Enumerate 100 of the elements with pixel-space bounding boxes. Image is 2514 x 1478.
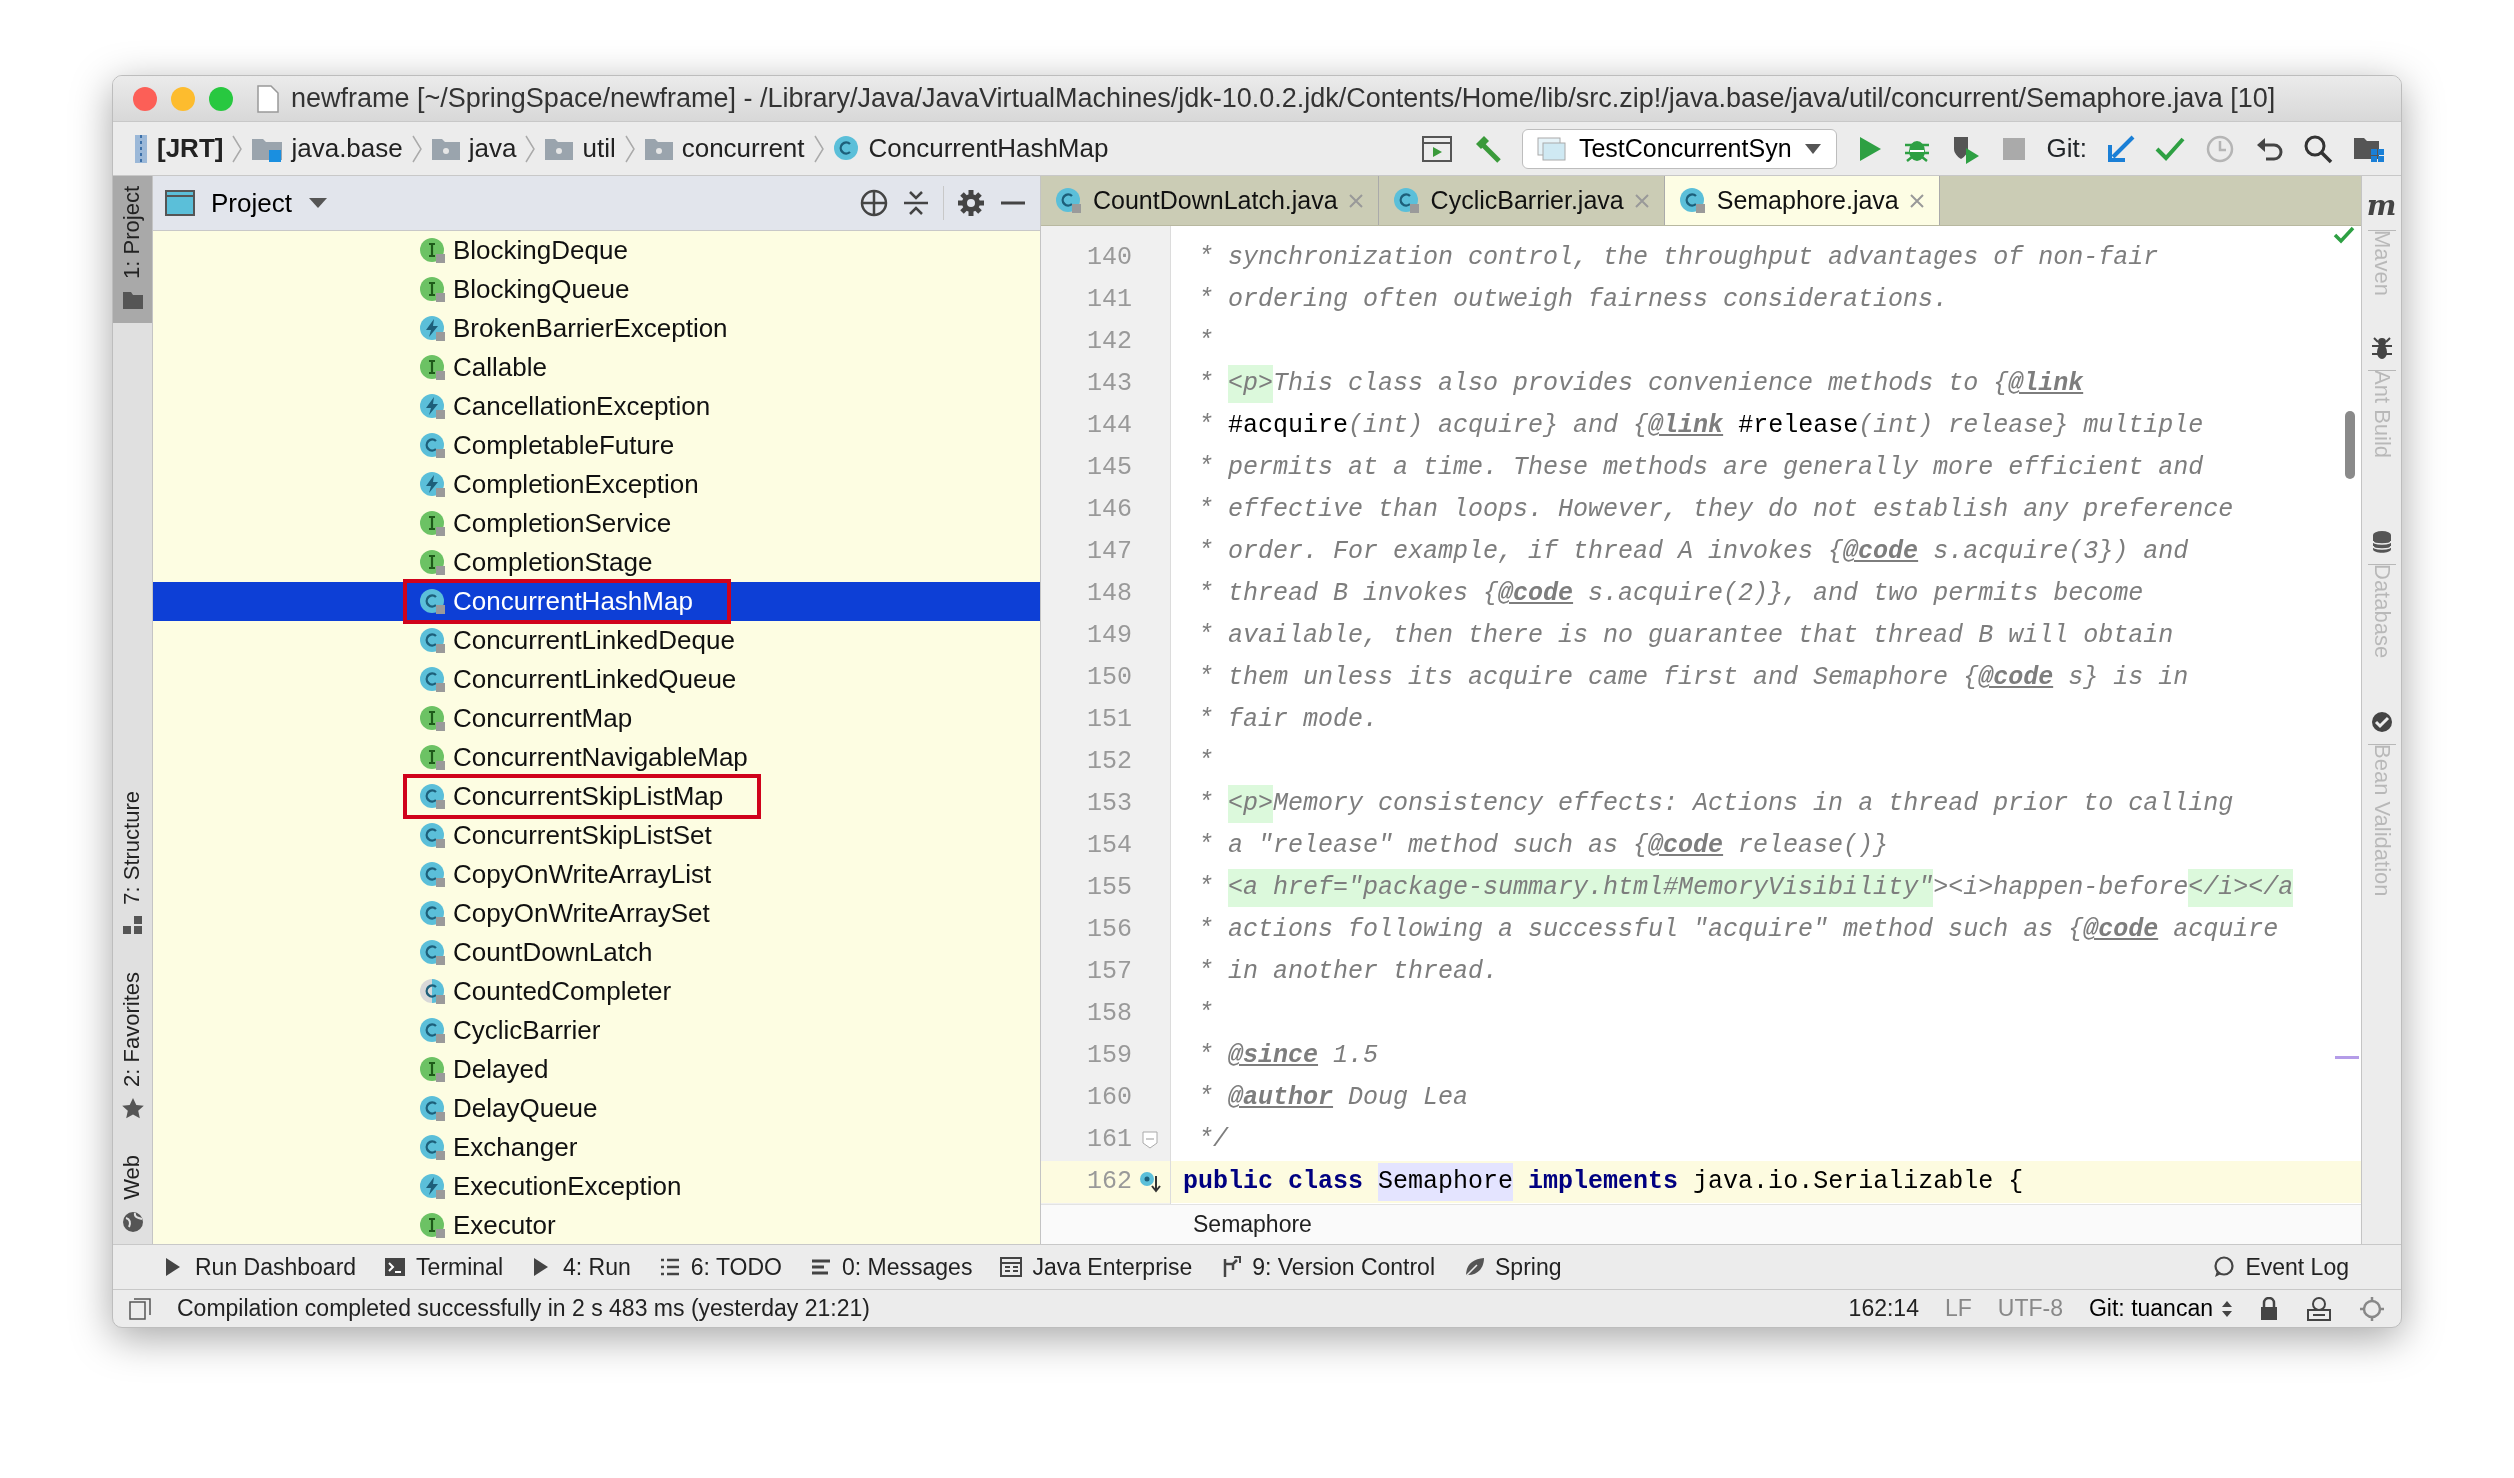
- maven-logo: m: [2366, 192, 2397, 220]
- tool-window-button[interactable]: 4: Run: [531, 1249, 631, 1285]
- tree-item[interactable]: CopyOnWriteArraySet: [153, 894, 1040, 933]
- run-configuration-dropdown[interactable]: TestConcurrentSyn: [1521, 128, 1837, 169]
- tree-item[interactable]: BlockingDeque: [153, 231, 1040, 270]
- scrollbar-thumb[interactable]: [2345, 411, 2355, 479]
- tool-window-button[interactable]: 2: Favorites: [113, 962, 152, 1132]
- window-control-button[interactable]: [209, 86, 233, 111]
- interface-icon: [419, 548, 447, 577]
- vcs-branch-widget[interactable]: Git: tuancan: [2088, 1291, 2233, 1326]
- inspector-icon[interactable]: [2305, 1295, 2333, 1322]
- tool-window-button[interactable]: Event Log: [2213, 1249, 2349, 1285]
- class-icon: [832, 134, 861, 163]
- settings-icon[interactable]: [956, 188, 986, 218]
- check-icon[interactable]: [2155, 135, 2185, 162]
- class-icon: [1392, 186, 1421, 215]
- tree-item[interactable]: CyclicBarrier: [153, 1011, 1040, 1050]
- caret-icon: [1803, 142, 1822, 155]
- breadcrumb-item[interactable]: ConcurrentHashMap: [832, 129, 1109, 168]
- tree-item[interactable]: BlockingQueue: [153, 270, 1040, 309]
- tree-item[interactable]: Exchanger: [153, 1128, 1040, 1167]
- tree-item[interactable]: ConcurrentNavigableMap: [153, 738, 1040, 777]
- tool-window-button[interactable]: Spring: [1463, 1249, 1562, 1285]
- tree-item[interactable]: CompletionException: [153, 465, 1040, 504]
- breadcrumb-item[interactable]: concurrent: [643, 129, 805, 168]
- check-badge-icon: [2369, 710, 2394, 734]
- class-icon: [419, 821, 447, 850]
- breadcrumb-item[interactable]: java: [430, 129, 517, 168]
- line-number: 149: [1086, 620, 1132, 653]
- tool-window-button[interactable]: 7: Structure: [113, 780, 152, 949]
- close-icon[interactable]: [1347, 192, 1364, 209]
- tree-item[interactable]: Executor: [153, 1206, 1040, 1244]
- tool-window-button[interactable]: 6: TODO: [658, 1249, 782, 1285]
- code-line: * order. For example, if thread A invokes {@code s.acquire(3}) and: [1197, 536, 2189, 569]
- tree-item[interactable]: ConcurrentLinkedDeque: [153, 621, 1040, 660]
- class-icon: [419, 1133, 447, 1162]
- caret-position[interactable]: 162:14: [1848, 1291, 1919, 1326]
- tree-item[interactable]: ConcurrentMap: [153, 699, 1040, 738]
- close-icon[interactable]: [1908, 192, 1925, 209]
- tree-item[interactable]: ConcurrentHashMap: [153, 582, 1040, 621]
- chevron-icon: [524, 133, 537, 164]
- tree-item[interactable]: ExecutionException: [153, 1167, 1040, 1206]
- lock-icon[interactable]: [2259, 1296, 2279, 1321]
- tree-item[interactable]: DelayQueue: [153, 1089, 1040, 1128]
- class-icon: [419, 665, 447, 694]
- code-line: * fair mode.: [1197, 704, 1379, 737]
- tool-window-button[interactable]: Web: [113, 1145, 152, 1244]
- class-icon: [419, 1016, 447, 1045]
- tree-item[interactable]: ConcurrentSkipListSet: [153, 816, 1040, 855]
- tree-item[interactable]: CompletableFuture: [153, 426, 1040, 465]
- window-control-button[interactable]: [133, 86, 157, 111]
- breadcrumb-item[interactable]: [JRT]: [133, 129, 224, 168]
- breadcrumb-item[interactable]: java.base: [251, 129, 403, 168]
- code-line: * them unless its acquire came first and Semaphore {@code s} is in: [1197, 662, 2189, 695]
- line-number: 159: [1086, 1040, 1132, 1073]
- code-line: * #acquire(int) acquire} and {@link #release(int) release} multiple: [1197, 410, 2204, 443]
- tree-item[interactable]: CompletionService: [153, 504, 1040, 543]
- code-line: *: [1197, 998, 1213, 1031]
- tree-item[interactable]: ConcurrentLinkedQueue: [153, 660, 1040, 699]
- code-line: * effective than loops. However, they do not establish any preference: [1197, 494, 2234, 527]
- code-line: * in another thread.: [1197, 956, 1499, 989]
- run-window-icon[interactable]: [1421, 135, 1452, 162]
- close-icon[interactable]: [1633, 192, 1650, 209]
- breadcrumb-item[interactable]: util: [544, 129, 616, 168]
- caret-icon: [307, 197, 328, 209]
- code-line: *: [1197, 746, 1213, 779]
- panel-toggle-icon[interactable]: [129, 1297, 151, 1320]
- tool-window-button[interactable]: Run Dashboard: [163, 1249, 357, 1285]
- code-line: * <p>This class also provides convenience methods to {@link: [1183, 363, 2084, 405]
- line-number: 140: [1086, 242, 1132, 275]
- tool-window-button[interactable]: 1: Project: [113, 176, 152, 323]
- history-icon[interactable]: [2205, 133, 2235, 164]
- tool-window-button[interactable]: Terminal: [384, 1249, 504, 1285]
- line-number: 152: [1086, 746, 1132, 779]
- tree-item[interactable]: CompletionStage: [153, 543, 1040, 582]
- locate-icon[interactable]: [859, 188, 889, 218]
- editor-breadcrumb[interactable]: Semaphore: [1193, 1207, 1312, 1242]
- tree-item[interactable]: ConcurrentSkipListMap: [153, 777, 1040, 816]
- code-line: * actions following a successful "acquire" method such as {@code acquire: [1197, 914, 2279, 947]
- tool-window-button[interactable]: 0: Messages: [810, 1249, 973, 1285]
- fold-icon[interactable]: [1142, 1131, 1158, 1149]
- status-message: Compilation completed successfully in 2 s 483 ms (yesterday 21:21): [177, 1294, 870, 1324]
- tree-item[interactable]: CountDownLatch: [153, 933, 1040, 972]
- tree-item[interactable]: CopyOnWriteArrayList: [153, 855, 1040, 894]
- tool-window-button[interactable]: Java Enterprise: [1000, 1249, 1193, 1285]
- tree-item[interactable]: CountedCompleter: [153, 972, 1040, 1011]
- tool-window-button[interactable]: 9: Version Control: [1220, 1249, 1436, 1285]
- project-view-dropdown[interactable]: Project: [165, 183, 328, 223]
- tree-item[interactable]: BrokenBarrierException: [153, 309, 1040, 348]
- search-icon[interactable]: [2303, 133, 2333, 164]
- tree-item[interactable]: CancellationException: [153, 387, 1040, 426]
- exception-icon: [419, 470, 447, 499]
- editor-tab[interactable]: Semaphore.java: [1664, 176, 1940, 225]
- tree-item[interactable]: Callable: [153, 348, 1040, 387]
- code-line: * ordering often outweigh fairness considerations.: [1197, 284, 1949, 317]
- update-icon[interactable]: [2107, 134, 2135, 163]
- tree-item[interactable]: Delayed: [153, 1050, 1040, 1089]
- interface-icon: [419, 509, 447, 538]
- stop-icon[interactable]: [2000, 135, 2027, 162]
- code-line: * @since 1.5: [1197, 1040, 1379, 1073]
